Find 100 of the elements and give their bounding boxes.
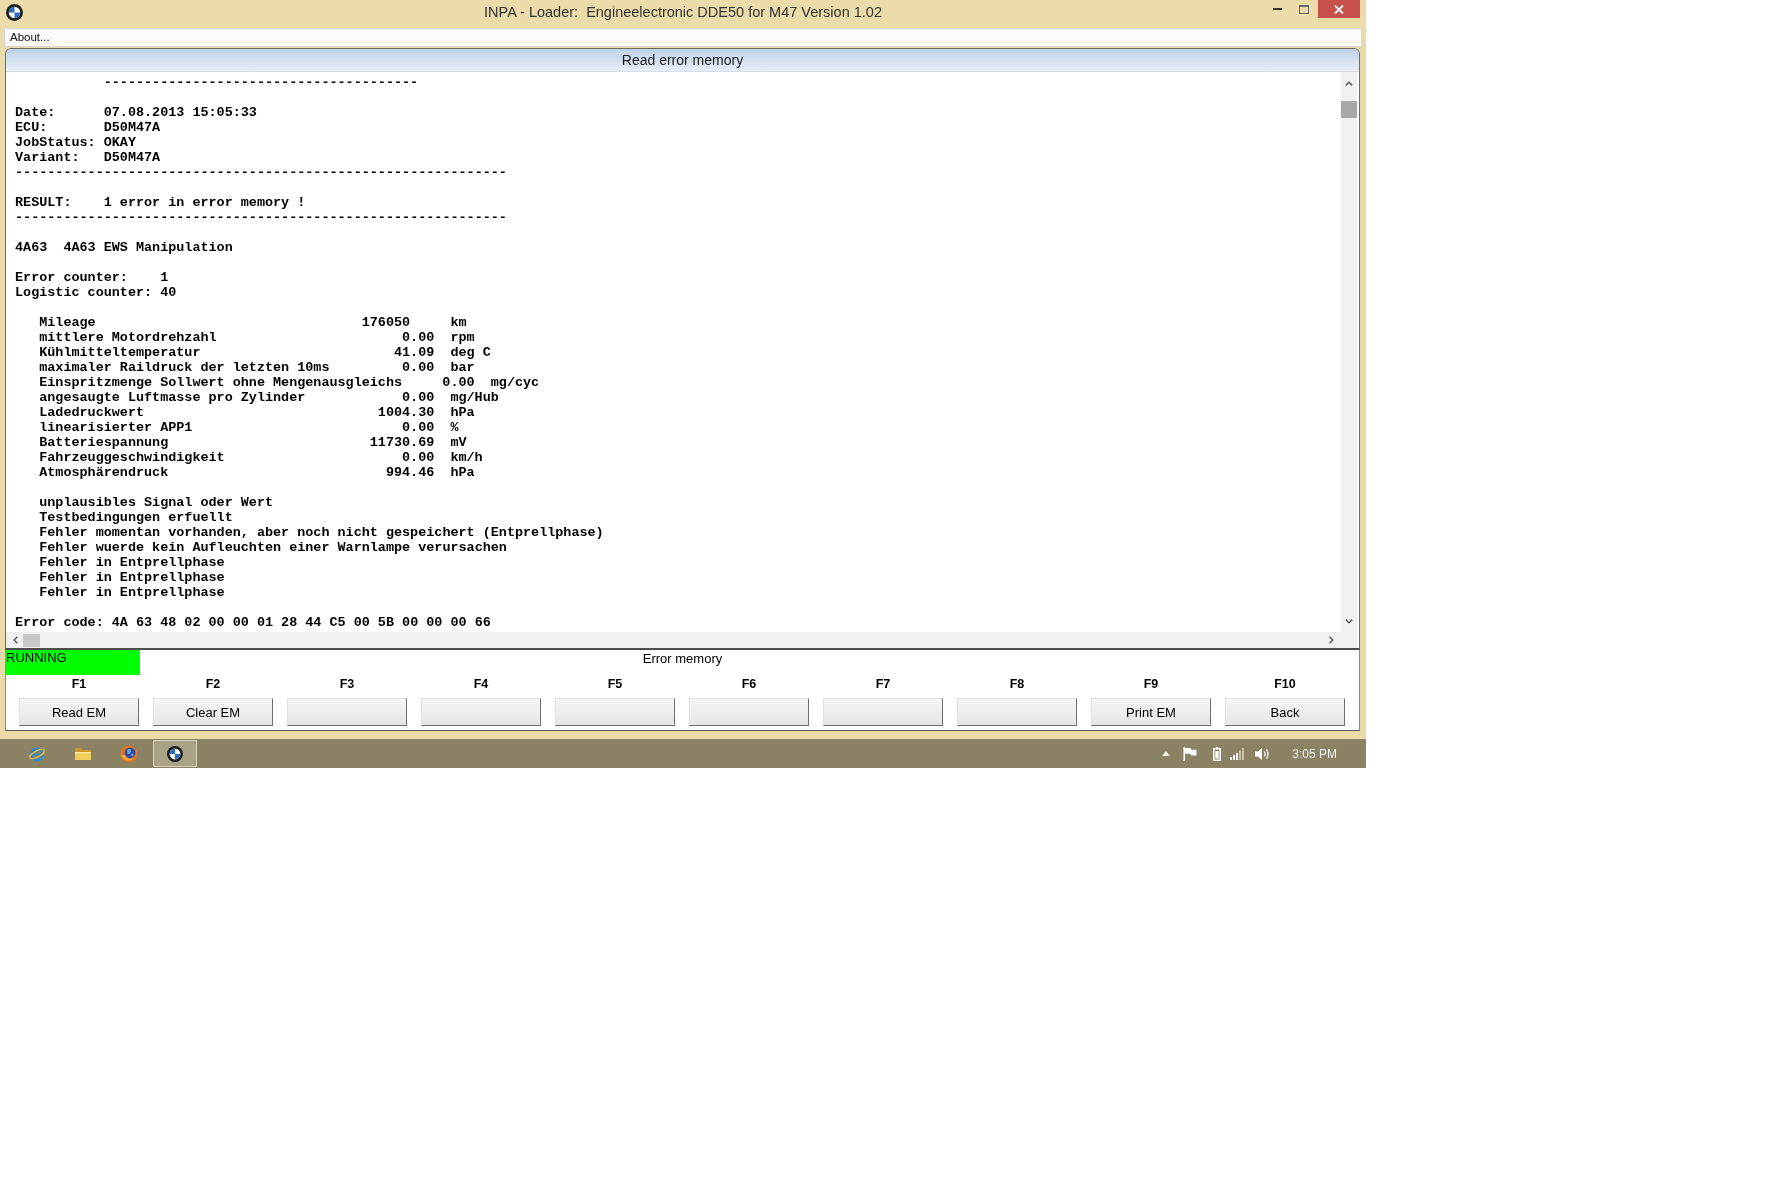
measurement-value: 0.00 <box>402 390 435 405</box>
key-label: F2 <box>205 676 221 692</box>
clock[interactable]: 3:05 PM <box>1292 745 1337 762</box>
measurement-unit: hPa <box>450 465 475 480</box>
measurement-name: Fahrzeuggeschwindigkeit <box>39 450 225 465</box>
key-label: F6 <box>741 676 757 692</box>
result-text: 1 error in error memory ! <box>103 195 306 210</box>
measurement-value: 994.46 <box>385 465 435 480</box>
function-button[interactable]: Read EM <box>19 698 139 726</box>
measurement-unit: bar <box>450 360 475 375</box>
measurement-value: 11730.69 <box>369 435 435 450</box>
scrollbar-thumb[interactable] <box>1341 101 1357 118</box>
measurement-name: mittlere Motordrehzahl <box>39 330 217 345</box>
error-code-bytes: 4A 63 48 02 00 00 01 28 44 C5 00 5B 00 00 00 66 <box>111 615 491 630</box>
taskbar-button[interactable] <box>153 740 197 767</box>
function-button[interactable] <box>689 698 809 726</box>
maximize-icon <box>1299 4 1309 14</box>
roundel-icon <box>167 745 183 762</box>
function-button[interactable]: Clear EM <box>153 698 273 726</box>
fault-code: 4A63 <box>15 240 48 255</box>
vertical-scrollbar[interactable] <box>1341 72 1357 632</box>
error-code-label: Error code: <box>15 615 104 630</box>
field-label: JobStatus: <box>15 135 96 150</box>
key-label: F8 <box>1009 676 1025 692</box>
counter-label: Error counter: <box>15 270 128 285</box>
scrollbar-thumb[interactable] <box>23 633 40 647</box>
function-button[interactable] <box>287 698 407 726</box>
result-label: RESULT: <box>15 195 72 210</box>
function-button[interactable]: Print EM <box>1091 698 1211 726</box>
signal-bars-icon[interactable] <box>1230 747 1247 760</box>
measurement-unit: km/h <box>450 450 483 465</box>
key-label: F5 <box>607 676 623 692</box>
key-label: F4 <box>473 676 489 692</box>
measurement-name: linearisierter APP1 <box>39 420 193 435</box>
horizontal-scrollbar[interactable] <box>6 632 1357 648</box>
fault-status-line: unplausibles Signal oder Wert <box>39 495 274 510</box>
measurement-unit: mg/Hub <box>450 390 499 405</box>
key-label: F3 <box>339 676 355 692</box>
dashed-rule: ------------------------------------------------------------- <box>15 165 507 180</box>
fault-status-line: Fehler in Entprellphase <box>39 585 225 600</box>
measurement-name: Atmosphärendruck <box>39 465 169 480</box>
measurement-name: Kühlmitteltemperatur <box>39 345 201 360</box>
caret-up-icon[interactable] <box>1162 751 1171 756</box>
globe-icon <box>120 744 138 763</box>
measurement-unit: mg/cyc <box>490 375 540 390</box>
measurement-name: Ladedruckwert <box>39 405 145 420</box>
roundel-icon <box>6 3 23 21</box>
dashed-rule: --------------------------------------- <box>103 75 419 90</box>
measurement-value: 0.00 <box>402 360 435 375</box>
measurement-unit: km <box>450 315 467 330</box>
measurement-value: 0.00 <box>442 375 475 390</box>
chevron-right-icon[interactable] <box>1329 636 1334 644</box>
key-label: F7 <box>875 676 891 692</box>
function-button[interactable]: Back <box>1225 698 1345 726</box>
menu-item[interactable]: About... <box>5 29 55 46</box>
measurement-unit: hPa <box>450 405 475 420</box>
field-value: 07.08.2013 15:05:33 <box>103 105 257 120</box>
folder-icon <box>74 745 92 762</box>
measurement-value: 0.00 <box>402 420 435 435</box>
measurement-value: 0.00 <box>402 450 435 465</box>
window-title: INPA - Loader: Engineelectronic DDE50 for M47 Version 1.02 <box>484 3 882 22</box>
measurement-name: maximaler Raildruck der letzten 10ms <box>39 360 330 375</box>
measurement-value: 176050 <box>361 315 411 330</box>
counter-value: 1 <box>160 270 169 285</box>
battery-icon[interactable] <box>1213 746 1222 761</box>
counter-label: Logistic counter: <box>15 285 153 300</box>
measurement-unit: % <box>450 420 459 435</box>
field-value: OKAY <box>103 135 136 150</box>
measurement-unit: mV <box>450 435 467 450</box>
function-button[interactable] <box>823 698 943 726</box>
key-label: F1 <box>71 676 87 692</box>
function-button[interactable] <box>957 698 1077 726</box>
field-label: Variant: <box>15 150 80 165</box>
function-bar-title: Error memory <box>642 651 723 667</box>
measurement-unit: deg C <box>450 345 491 360</box>
measurement-value: 41.09 <box>393 345 435 360</box>
function-button[interactable] <box>421 698 541 726</box>
measurement-value: 1004.30 <box>377 405 435 420</box>
fault-status-line: Testbedingungen erfuellt <box>39 510 233 525</box>
chevron-up-icon[interactable] <box>1345 81 1353 86</box>
function-button[interactable] <box>555 698 675 726</box>
measurement-name: Einspritzmenge Sollwert ohne Mengenausgleichs <box>39 375 403 390</box>
minimize-icon <box>1272 8 1282 10</box>
dashed-rule: ------------------------------------------------------------- <box>15 210 507 225</box>
close-icon <box>1334 4 1344 14</box>
measurement-unit: rpm <box>450 330 475 345</box>
measurement-name: Batteriespannung <box>39 435 169 450</box>
field-label: Date: <box>15 105 56 120</box>
field-value: D50M47A <box>103 120 161 135</box>
counter-value: 40 <box>160 285 177 300</box>
field-label: ECU: <box>15 120 48 135</box>
chevron-down-icon[interactable] <box>1345 619 1353 624</box>
fault-status-line: Fehler in Entprellphase <box>39 570 225 585</box>
flag-icon[interactable] <box>1183 746 1198 761</box>
speaker-icon[interactable] <box>1254 746 1271 761</box>
fault-status-line: Fehler in Entprellphase <box>39 555 225 570</box>
fault-status-line: Fehler momentan vorhanden, aber noch nicht gespeichert (Entprellphase) <box>39 525 604 540</box>
close-button[interactable] <box>1318 0 1360 18</box>
chevron-left-icon[interactable] <box>13 636 18 644</box>
measurement-value: 0.00 <box>402 330 435 345</box>
